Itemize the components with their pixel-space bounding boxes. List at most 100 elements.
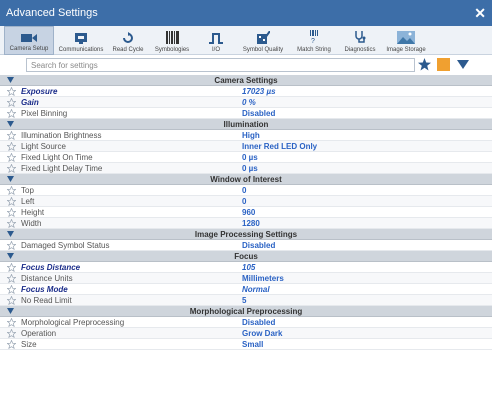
setting-row[interactable]: Gain 0 %	[0, 97, 492, 108]
setting-row[interactable]: Morphological Preprocessing Disabled	[0, 317, 492, 328]
tool-diagnostics[interactable]: Diagnostics	[338, 26, 382, 55]
setting-row[interactable]: Focus Distance 105	[0, 262, 492, 273]
section-title: Image Processing Settings	[194, 230, 298, 239]
setting-name: Top	[21, 186, 34, 195]
settings-grid: Camera Settings Exposure 17023 µs Gain 0 %…	[0, 75, 492, 350]
category-toolbar: Camera Setup Communications Read Cycle S…	[0, 26, 492, 55]
search-row	[0, 55, 492, 75]
symbol-quality-icon	[257, 31, 270, 44]
setting-name: Focus Mode	[21, 285, 68, 294]
setting-value[interactable]: Disabled	[242, 108, 275, 119]
tool-label: Camera Setup	[9, 46, 49, 52]
setting-row[interactable]: Top 0	[0, 185, 492, 196]
tool-symbologies[interactable]: Symbologies	[148, 26, 196, 55]
setting-name: Width	[21, 219, 42, 228]
setting-value[interactable]: 0 µs	[242, 163, 258, 174]
section-title: Window of Interest	[210, 175, 282, 184]
svg-text:?: ?	[311, 38, 315, 44]
search-input[interactable]	[26, 58, 415, 72]
setting-name: Pixel Binning	[21, 109, 68, 118]
setting-row[interactable]: Height 960	[0, 207, 492, 218]
collapse-triangle-icon[interactable]	[7, 253, 14, 259]
setting-name: Morphological Preprocessing	[21, 318, 125, 327]
setting-row[interactable]: Pixel Binning Disabled	[0, 108, 492, 119]
setting-row[interactable]: Illumination Brightness High	[0, 130, 492, 141]
tool-label: Symbologies	[154, 47, 190, 53]
section-header: Focus	[0, 251, 492, 262]
collapse-all-icon[interactable]	[457, 60, 469, 69]
setting-name: Distance Units	[21, 274, 73, 283]
setting-value[interactable]: High	[242, 130, 260, 141]
setting-value[interactable]: Disabled	[242, 317, 275, 328]
setting-row[interactable]: Damaged Symbol Status Disabled	[0, 240, 492, 251]
collapse-triangle-icon[interactable]	[7, 77, 14, 83]
section-title: Camera Settings	[214, 76, 278, 85]
close-icon[interactable]: ✕	[474, 0, 486, 26]
section-title: Illumination	[223, 120, 269, 129]
match-string-icon: ?	[310, 30, 318, 44]
setting-value[interactable]: Small	[242, 339, 263, 350]
setting-value[interactable]: Grow Dark	[242, 328, 282, 339]
section-header: Illumination	[0, 119, 492, 130]
tool-camera-setup[interactable]: Camera Setup	[4, 26, 54, 55]
setting-name: Height	[21, 208, 45, 217]
tool-symbol-quality[interactable]: Symbol Quality	[236, 26, 290, 55]
section-header: Window of Interest	[0, 174, 492, 185]
window-title: Advanced Settings	[6, 7, 98, 19]
setting-row[interactable]: Focus Mode Normal	[0, 284, 492, 295]
tool-read-cycle[interactable]: Read Cycle	[108, 26, 148, 55]
collapse-triangle-icon[interactable]	[7, 231, 14, 237]
setting-row[interactable]: Width 1280	[0, 218, 492, 229]
tool-communications[interactable]: Communications	[54, 26, 108, 55]
setting-row[interactable]: Exposure 17023 µs	[0, 86, 492, 97]
setting-row[interactable]: Size Small	[0, 339, 492, 350]
setting-row[interactable]: Fixed Light Delay Time 0 µs	[0, 163, 492, 174]
tool-label: Read Cycle	[112, 47, 144, 53]
section-header: Camera Settings	[0, 75, 492, 86]
setting-value[interactable]: 0 %	[242, 97, 256, 108]
setting-row[interactable]: Distance Units Millimeters	[0, 273, 492, 284]
setting-name: Operation	[21, 329, 57, 338]
setting-value[interactable]: 0	[242, 185, 246, 196]
section-title: Morphological Preprocessing	[189, 307, 303, 316]
setting-row[interactable]: Fixed Light On Time 0 µs	[0, 152, 492, 163]
setting-name: Size	[21, 340, 37, 349]
setting-name: Fixed Light Delay Time	[21, 164, 103, 173]
setting-value[interactable]: Disabled	[242, 240, 275, 251]
collapse-triangle-icon[interactable]	[7, 308, 14, 314]
setting-value[interactable]: 1280	[242, 218, 260, 229]
setting-value[interactable]: Millimeters	[242, 273, 284, 284]
tool-label: Symbol Quality	[242, 47, 284, 53]
setting-row[interactable]: Left 0	[0, 196, 492, 207]
setting-row[interactable]: Operation Grow Dark	[0, 328, 492, 339]
modified-filter-icon[interactable]	[437, 58, 450, 71]
section-header: Image Processing Settings	[0, 229, 492, 240]
setting-name: Light Source	[21, 142, 66, 151]
setting-value[interactable]: 0	[242, 196, 246, 207]
section-title: Focus	[234, 252, 258, 261]
setting-row[interactable]: No Read Limit 5	[0, 295, 492, 306]
setting-name: No Read Limit	[21, 296, 72, 305]
setting-value[interactable]: 5	[242, 295, 246, 306]
tool-label: I/O	[211, 47, 220, 53]
setting-name: Left	[21, 197, 35, 206]
tool-match-string[interactable]: ? Match String	[290, 26, 338, 55]
setting-value[interactable]: 17023 µs	[242, 86, 276, 97]
collapse-triangle-icon[interactable]	[7, 121, 14, 127]
setting-value[interactable]: 0 µs	[242, 152, 258, 163]
collapse-triangle-icon[interactable]	[7, 176, 14, 182]
setting-name: Illumination Brightness	[21, 131, 102, 140]
tool-label: Communications	[58, 47, 104, 53]
setting-value[interactable]: Normal	[242, 284, 270, 295]
star-icon[interactable]	[6, 339, 17, 352]
tool-image-storage[interactable]: Image Storage	[382, 26, 430, 55]
communications-icon	[75, 33, 87, 44]
setting-value[interactable]: 105	[242, 262, 255, 273]
favorites-star-icon[interactable]	[418, 58, 431, 71]
stethoscope-icon	[355, 31, 366, 43]
read-cycle-icon	[123, 32, 133, 43]
setting-row[interactable]: Light Source Inner Red LED Only	[0, 141, 492, 152]
setting-value[interactable]: Inner Red LED Only	[242, 141, 317, 152]
tool-io[interactable]: I/O	[196, 26, 236, 55]
setting-value[interactable]: 960	[242, 207, 255, 218]
